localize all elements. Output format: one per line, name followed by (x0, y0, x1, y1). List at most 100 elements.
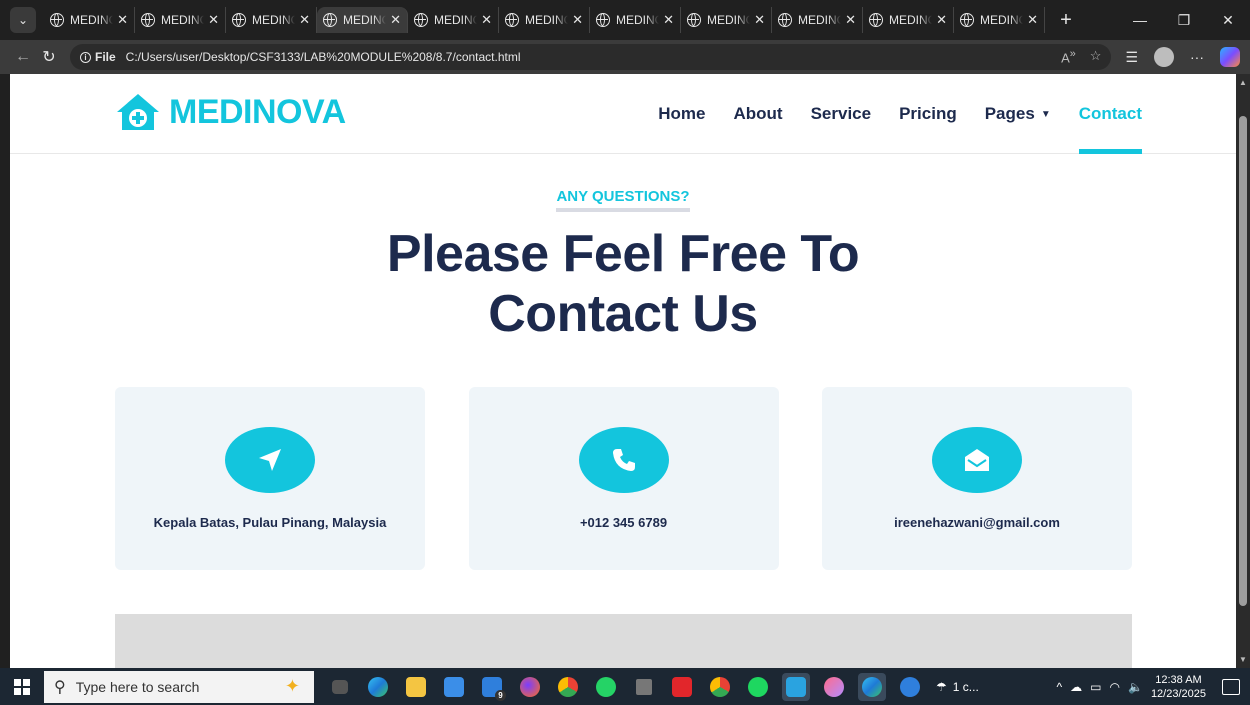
page-title-line-2: Contact Us (488, 285, 758, 343)
taskbar-clock[interactable]: 12:38 AM 12/23/2025 (1151, 673, 1206, 701)
scrollbar-thumb[interactable] (1239, 116, 1247, 606)
close-tab-icon[interactable]: ✕ (936, 12, 947, 28)
scroll-down-arrow-icon[interactable]: ▼ (1239, 655, 1247, 664)
start-button[interactable] (0, 678, 44, 695)
copilot-icon[interactable] (1220, 47, 1240, 67)
globe-icon (232, 13, 246, 27)
eyebrow-text: ANY QUESTIONS? (556, 188, 690, 212)
minimize-button[interactable]: — (1118, 12, 1162, 29)
wifi-icon[interactable]: ◠ (1110, 680, 1120, 694)
close-tab-icon[interactable]: ✕ (663, 12, 674, 28)
edge-icon[interactable] (364, 673, 392, 701)
network-app-icon[interactable] (630, 673, 658, 701)
close-tab-icon[interactable]: ✕ (481, 12, 492, 28)
nav-pages[interactable]: Pages ▼ (985, 74, 1051, 154)
browser-tab[interactable]: MEDINOVA ✕ (681, 7, 772, 33)
weather-widget[interactable]: ☂ 1 c... (936, 680, 979, 694)
tab-title: MEDINOVA (889, 13, 932, 27)
firefox-icon[interactable] (516, 673, 544, 701)
new-tab-button[interactable]: + (1051, 9, 1081, 32)
email-card: ireenehazwani@gmail.com (822, 387, 1132, 570)
help-icon[interactable] (896, 673, 924, 701)
file-label: File (95, 50, 116, 64)
close-tab-icon[interactable]: ✕ (1027, 12, 1038, 28)
close-window-button[interactable]: ✕ (1206, 12, 1250, 29)
back-button[interactable]: ← (10, 48, 36, 66)
favorites-icon[interactable]: ☰ (1125, 49, 1138, 66)
mail-badge: 9 (495, 689, 506, 701)
email-text: ireenehazwani@gmail.com (894, 515, 1060, 530)
telegram-icon[interactable] (782, 672, 810, 701)
clock-date: 12/23/2025 (1150, 687, 1206, 700)
whatsapp-icon[interactable] (592, 673, 620, 701)
store-icon[interactable] (440, 673, 468, 701)
more-options-icon[interactable]: ··· (1190, 49, 1204, 65)
phone-icon (578, 427, 669, 493)
window-controls: — ❐ ✕ (1118, 12, 1250, 29)
contact-cards: Kepala Batas, Pulau Pinang, Malaysia +01… (115, 387, 1132, 570)
mail-icon[interactable]: 9 (478, 673, 506, 701)
taskbar-search[interactable]: ⚲ Type here to search ✦ (44, 670, 314, 703)
weather-text: 1 c... (952, 679, 979, 694)
rain-umbrella-icon: ☂ (936, 679, 947, 694)
nav-about[interactable]: About (734, 74, 783, 154)
site-logo[interactable]: MEDINOVA (115, 92, 346, 132)
search-icon: ⚲ (54, 678, 66, 696)
edge-active-icon[interactable] (858, 672, 886, 701)
address-card: Kepala Batas, Pulau Pinang, Malaysia (115, 387, 425, 570)
windows-logo-icon (14, 678, 30, 695)
close-tab-icon[interactable]: ✕ (572, 12, 583, 28)
browser-tab[interactable]: MEDINOVA ✕ (408, 7, 499, 33)
close-tab-icon[interactable]: ✕ (299, 12, 310, 28)
spotify-icon[interactable] (744, 673, 772, 701)
wps-office-icon[interactable] (668, 673, 696, 701)
browser-tab[interactable]: MEDINOVA ✕ (135, 7, 226, 33)
refresh-button[interactable]: ↻ (36, 47, 62, 67)
snipping-tool-icon[interactable] (820, 673, 848, 701)
tab-actions-menu-button[interactable]: ⌄ (10, 7, 36, 33)
chrome-profile-icon[interactable] (706, 673, 734, 701)
scroll-up-arrow-icon[interactable]: ▲ (1239, 78, 1247, 87)
browser-tab[interactable]: MEDINOVA ✕ (226, 7, 317, 33)
restore-button[interactable]: ❐ (1162, 12, 1206, 29)
volume-icon[interactable]: 🔈 (1128, 680, 1143, 694)
chrome-icon[interactable] (554, 673, 582, 701)
browser-tab[interactable]: MEDINOVA ✕ (772, 7, 863, 33)
close-tab-icon[interactable]: ✕ (390, 12, 401, 28)
address-bar[interactable]: i File C:/Users/user/Desktop/CSF3133/LAB… (70, 44, 1112, 70)
file-explorer-icon[interactable] (402, 673, 430, 701)
close-tab-icon[interactable]: ✕ (754, 12, 765, 28)
url-text: C:/Users/user/Desktop/CSF3133/LAB%20MODU… (125, 50, 521, 64)
globe-icon (869, 13, 883, 27)
notification-center-icon[interactable] (1222, 678, 1240, 695)
task-view-icon[interactable] (326, 673, 354, 701)
page-scrollbar[interactable]: ▲ ▼ (1236, 74, 1250, 668)
favorite-star-icon[interactable]: ☆ (1090, 48, 1102, 65)
main-nav: Home About Service Pricing Pages ▼ Conta… (658, 74, 1143, 154)
nav-contact[interactable]: Contact (1078, 74, 1143, 154)
profile-avatar[interactable] (1154, 47, 1174, 67)
nav-pricing[interactable]: Pricing (899, 74, 957, 154)
browser-tab[interactable]: MEDINOVA ✕ (317, 7, 408, 33)
nav-service[interactable]: Service (811, 74, 872, 154)
onedrive-icon[interactable]: ☁ (1070, 680, 1082, 694)
browser-tab[interactable]: MEDINOVA ✕ (590, 7, 681, 33)
close-tab-icon[interactable]: ✕ (208, 12, 219, 28)
browser-tab[interactable]: MEDINOVA ✕ (499, 7, 590, 33)
close-tab-icon[interactable]: ✕ (845, 12, 856, 28)
browser-tab[interactable]: MEDINOVA ✕ (44, 7, 135, 33)
battery-icon[interactable]: ▭ (1090, 680, 1101, 694)
search-placeholder: Type here to search (75, 678, 200, 695)
close-tab-icon[interactable]: ✕ (117, 12, 128, 28)
nav-home[interactable]: Home (658, 74, 705, 154)
read-aloud-icon[interactable]: A» (1061, 48, 1076, 65)
globe-icon (323, 13, 337, 27)
clock-time: 12:38 AM (1155, 673, 1202, 686)
browser-tab[interactable]: MEDINOVA ✕ (954, 7, 1045, 33)
tab-strip: ⌄ MEDINOVA✕MEDINOVA✕MEDINOVA✕MEDINOVA✕ME… (0, 0, 1250, 40)
browser-tab[interactable]: MEDINOVA ✕ (863, 7, 954, 33)
system-tray: ^ ☁ ▭ ◠ 🔈 12:38 AM 12/23/2025 (1057, 673, 1250, 701)
tab-title: MEDINOVA (70, 13, 113, 27)
site-info-button[interactable]: i File (80, 50, 116, 64)
show-hidden-icons-chevron-icon[interactable]: ^ (1057, 680, 1063, 694)
